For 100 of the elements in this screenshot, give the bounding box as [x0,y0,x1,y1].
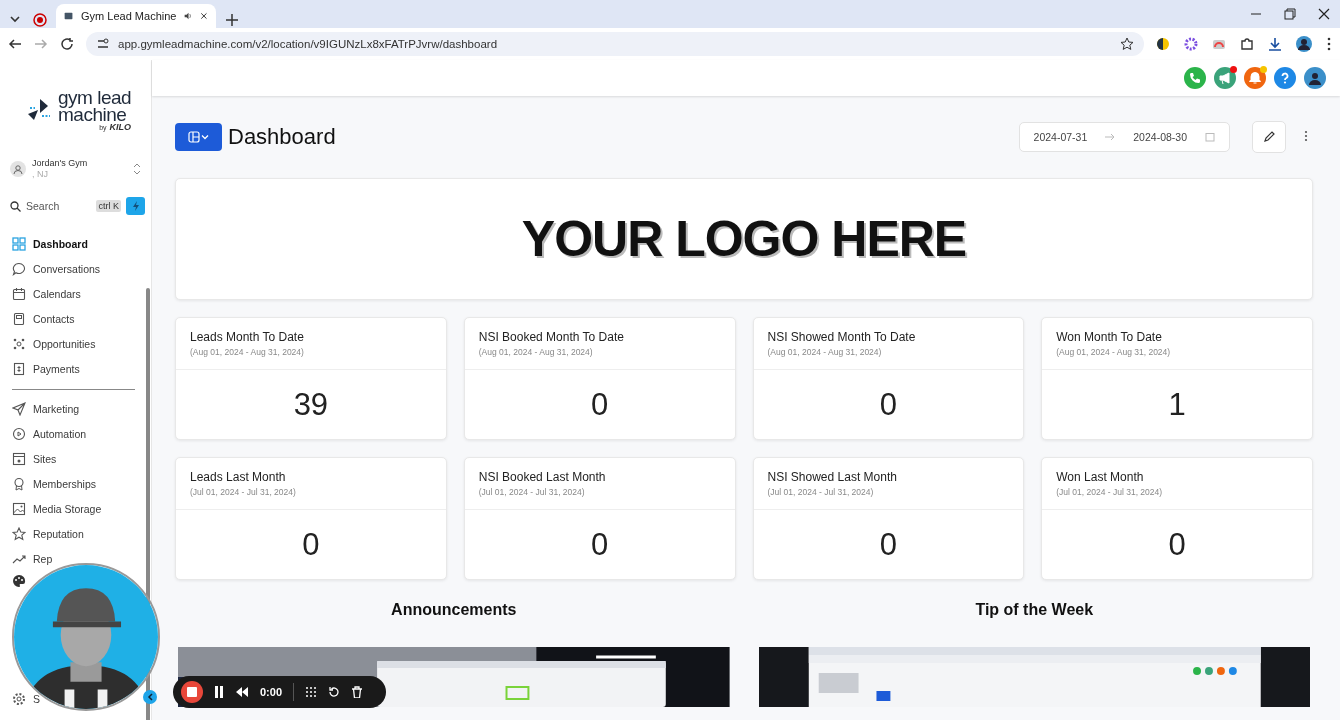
palette-icon [12,574,26,588]
calendar-icon [1205,132,1215,142]
sidebar-item[interactable]: Media Storage [12,499,151,519]
phone-icon [1188,71,1202,85]
card-title: Leads Last Month [190,470,287,484]
puzzle-icon [1240,37,1254,51]
quick-action-button[interactable] [126,197,145,215]
more-icon [1304,130,1308,142]
site-settings-icon [96,37,110,51]
extension-icon [1184,37,1198,51]
sidebar-item[interactable]: Rep [12,549,151,569]
stat-value: 39 [292,385,330,424]
date-range-text: (Aug 01, 2024 - Aug 31, 2024) [1056,347,1172,357]
browser-tab[interactable]: Gym Lead Machine [56,4,216,28]
calendar-icon [12,287,26,301]
star-icon [12,527,26,541]
profile-icon [1296,36,1312,52]
layout-icon [187,131,210,143]
stat-value: 0 [1167,525,1187,564]
layout-menu-button[interactable] [175,123,222,151]
contact-card-icon [12,312,26,326]
sidebar-item[interactable]: Reputation [12,524,151,544]
close-icon [1318,8,1330,20]
browser-window-icon [12,452,26,466]
extension-icon [1156,37,1170,51]
stat-value: 0 [878,385,898,424]
avatar-icon [1308,71,1322,85]
collapse-button[interactable] [143,690,157,704]
search-field[interactable]: Search [26,200,92,212]
edit-button[interactable] [1252,121,1286,153]
sidebar-item[interactable]: Memberships [12,474,151,494]
account-switcher[interactable]: Jordan's Gym , NJ [10,156,141,182]
card-title: NSI Booked Last Month [478,470,607,484]
updown-icon [133,163,141,175]
receipt-icon [12,362,26,376]
dots-icon [12,337,26,351]
date-range-text: (Aug 01, 2024 - Aug 31, 2024) [478,347,594,357]
new-tab-icon [224,12,240,28]
send-icon [12,402,26,416]
award-icon [12,477,26,491]
page-title: Dashboard [228,124,337,150]
download-icon [1268,37,1282,51]
back-icon [8,37,22,51]
section-title: Announcements [391,599,517,620]
sidebar-item[interactable]: Payments [12,359,151,379]
star-icon [1120,37,1134,51]
card-title: Leads Month To Date [190,330,305,344]
date-range-text: (Jul 01, 2024 - Jul 31, 2024) [767,487,875,497]
pause-icon [214,686,224,698]
date-range-picker[interactable]: 2024-07-31 2024-08-30 [1018,122,1230,152]
phone-button[interactable] [1184,67,1206,89]
person-icon [13,164,23,174]
settings-icon [12,692,26,706]
date-range-text: (Jul 01, 2024 - Jul 31, 2024) [190,487,297,497]
sidebar-item[interactable]: Conversations [12,259,151,279]
play-circle-icon [12,427,26,441]
sidebar-item[interactable]: Dashboard [12,234,151,254]
section-title: Tip of the Week [975,599,1094,620]
card-title: NSI Showed Month To Date [767,330,917,344]
sidebar-item[interactable]: Marketing [12,399,151,419]
card-title: Won Last Month [1056,470,1145,484]
reload-icon [60,37,74,51]
sidebar-item[interactable]: Contacts [12,309,151,329]
date-range-text: (Aug 01, 2024 - Aug 31, 2024) [190,347,305,357]
lightning-icon [131,201,140,211]
image-icon [12,502,26,516]
megaphone-icon [1218,71,1232,85]
more-icon [1326,37,1332,51]
card-title: NSI Showed Last Month [767,470,898,484]
stat-value: 0 [590,385,610,424]
close-icon [200,10,208,22]
recording-time: 0:00 [260,686,283,698]
sidebar-item[interactable]: S [12,689,40,709]
logo-placeholder-text: YOUR LOGO HERE [521,210,967,268]
sidebar-item[interactable]: Automation [12,424,151,444]
sidebar-item[interactable]: Sites [12,449,151,469]
date-range-text: (Jul 01, 2024 - Jul 31, 2024) [1056,487,1164,497]
forward-icon [34,37,48,51]
record-icon [32,12,48,28]
search-icon [10,200,21,212]
stat-value: 0 [301,525,321,564]
rewind-icon [235,687,249,697]
megaphone-button[interactable] [1214,67,1236,89]
help-button[interactable] [1274,67,1296,89]
trend-icon [12,552,26,566]
stat-value: 1 [1167,385,1187,424]
card-title: Won Month To Date [1056,330,1163,344]
avatar-button[interactable] [1304,67,1326,89]
bell-button[interactable] [1244,67,1266,89]
bell-icon [1248,71,1262,85]
sidebar-item[interactable]: Opportunities [12,334,151,354]
card-title: NSI Booked Month To Date [478,330,625,344]
address-bar[interactable]: app.gymleadmachine.com/v2/location/v9IGUNzLx8xFATrPJvrw/dashboard [86,32,1144,56]
stat-value: 0 [590,525,610,564]
date-range-text: (Aug 01, 2024 - Aug 31, 2024) [767,347,883,357]
stop-button[interactable] [181,681,203,703]
sidebar-item[interactable]: Calendars [12,284,151,304]
pencil-icon [1263,131,1275,143]
stat-value: 0 [878,525,898,564]
chat-bubble-icon [12,262,26,276]
